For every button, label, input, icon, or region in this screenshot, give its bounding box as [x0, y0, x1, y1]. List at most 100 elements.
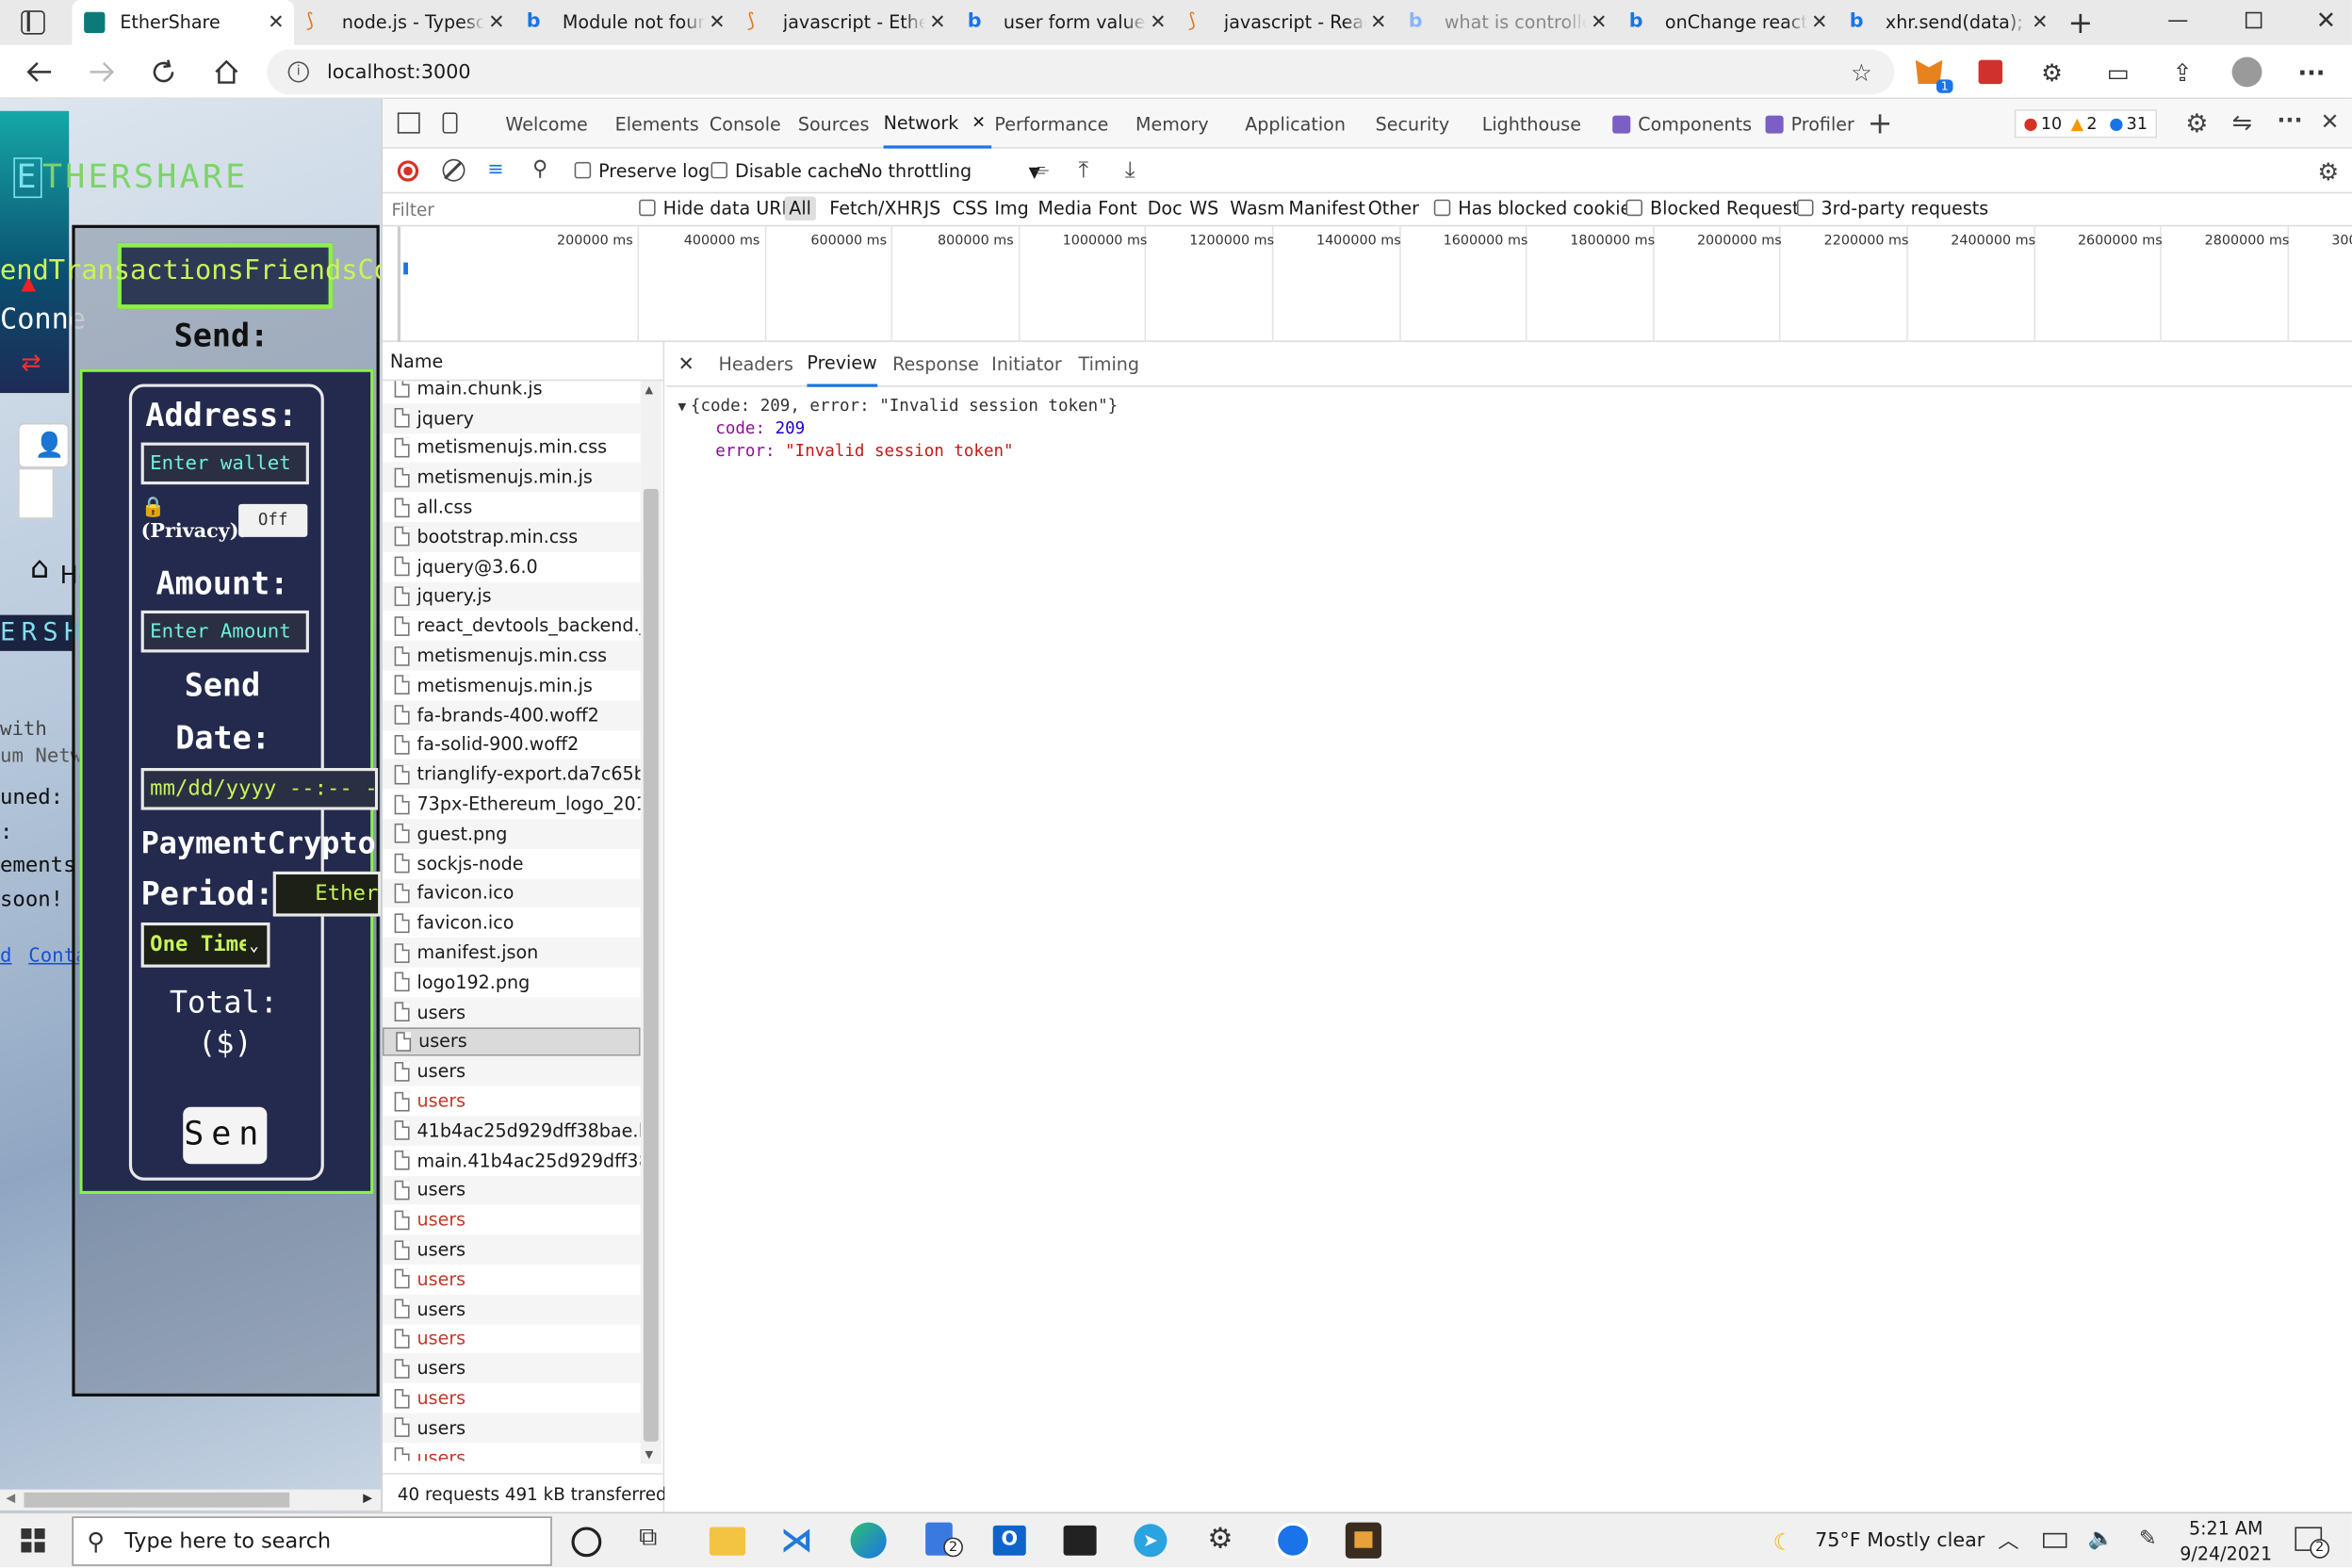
chat-app-icon[interactable] [1275, 1522, 1312, 1559]
site-logo[interactable]: E THERSHARE [13, 157, 248, 199]
request-row[interactable]: users [383, 1086, 641, 1117]
tab-user-form-value[interactable]: b user form value s ✕ [956, 0, 1176, 45]
battery-icon[interactable] [2043, 1532, 2067, 1548]
home-house-icon[interactable]: ⌂ [30, 549, 49, 585]
devtools-tab-application[interactable]: Application [1245, 99, 1346, 149]
request-row[interactable]: bootstrap.min.css [382, 521, 641, 552]
detail-tab-initiator[interactable]: Initiator [991, 342, 1062, 387]
filter-type-doc[interactable]: Doc [1148, 198, 1183, 219]
request-row[interactable]: users [382, 997, 641, 1027]
request-row[interactable]: manifest.json [382, 938, 641, 968]
weather-text[interactable]: 75°F Mostly clear [1815, 1530, 1984, 1553]
volume-icon[interactable]: 🔈 [2088, 1527, 2115, 1550]
tab-javascript-ether[interactable]: ⟆ javascript - Ether ✕ [735, 0, 956, 45]
side-input[interactable] [18, 467, 55, 519]
request-row[interactable]: jquery [382, 402, 641, 433]
edge-icon[interactable] [850, 1522, 887, 1559]
inspect-element-icon[interactable] [397, 112, 420, 134]
tab-javascript-react[interactable]: ⟆ javascript - React ✕ [1176, 0, 1396, 45]
tab-onchange-react[interactable]: b onChange react ✕ [1617, 0, 1838, 45]
detail-tab-timing[interactable]: Timing [1079, 342, 1140, 387]
favorite-star-icon[interactable]: ☆ [1843, 54, 1879, 90]
show-hidden-icons-chevron-icon[interactable]: ︿ [1998, 1526, 2018, 1556]
privacy-toggle[interactable]: Off [238, 503, 308, 537]
network-timeline-overview[interactable]: 200000 ms 400000 ms 600000 ms 800000 ms 1000… [382, 226, 2352, 342]
close-tab-icon[interactable]: ✕ [972, 112, 986, 132]
devtools-tab-profiler[interactable]: Profiler [1765, 99, 1854, 149]
request-row[interactable]: metismenujs.min.css [382, 640, 641, 671]
throttling-select[interactable]: No throttling ▼ [858, 160, 1040, 181]
request-row[interactable]: users [382, 1294, 641, 1324]
devtools-tab-components[interactable]: Components [1612, 99, 1752, 149]
record-icon[interactable] [397, 160, 419, 182]
filter-type-fetch-xhr[interactable]: Fetch/XHR [829, 198, 923, 219]
address-bar[interactable]: i localhost:3000 [267, 49, 1895, 95]
filter-type-wasm[interactable]: Wasm [1230, 198, 1284, 219]
extension-red-icon[interactable] [1972, 54, 2008, 90]
tab-module-not-found[interactable]: b Module not foun ✕ [514, 0, 735, 45]
devtools-tab-console[interactable]: Console [710, 99, 781, 149]
maximize-icon[interactable] [2245, 11, 2262, 29]
checkbox[interactable] [1433, 199, 1451, 217]
timeline-range-handle[interactable] [397, 226, 401, 342]
pen-icon[interactable]: ✎ [2139, 1527, 2157, 1550]
expand-triangle-icon[interactable]: ▼ [678, 400, 686, 416]
close-tab-icon[interactable]: ✕ [2028, 11, 2051, 34]
close-devtools-icon[interactable]: ✕ [2321, 108, 2340, 136]
crypto-select[interactable]: Ether [272, 871, 382, 917]
clock[interactable]: 5:21 AM 9/24/2021 [2178, 1518, 2274, 1564]
back-icon[interactable] [21, 54, 57, 90]
request-row[interactable]: users [382, 1353, 641, 1383]
send-date-input[interactable]: mm/dd/yyyy --:-- -- [140, 768, 379, 810]
request-row[interactable]: users [382, 1026, 641, 1057]
devtools-tab-welcome[interactable]: Welcome [505, 99, 587, 149]
tab-xhr-send[interactable]: b xhr.send(data); e ✕ [1838, 0, 2058, 45]
request-row[interactable]: fa-brands-400.woff2 [382, 700, 641, 730]
filter-type-ws[interactable]: WS [1189, 198, 1218, 219]
checkbox[interactable] [710, 161, 728, 179]
request-row[interactable]: favicon.ico [382, 878, 641, 908]
more-tabs-plus-icon[interactable]: + [1868, 105, 1893, 140]
share-icon[interactable]: ⇪ [2164, 54, 2200, 90]
request-row[interactable]: sockjs-node [383, 849, 641, 879]
devtools-tab-memory[interactable]: Memory [1135, 99, 1209, 149]
request-row[interactable]: react_devtools_backend.js [383, 611, 641, 641]
request-row[interactable]: logo192.png [383, 968, 641, 998]
request-row[interactable]: metismenujs.min.js [382, 462, 641, 493]
devtools-tab-performance[interactable]: Performance [994, 99, 1108, 149]
device-toolbar-icon[interactable] [442, 112, 458, 134]
request-row[interactable]: favicon.ico [383, 908, 641, 939]
request-row[interactable]: trianglify-export.da7c65bd.svg [382, 760, 641, 790]
close-tab-icon[interactable]: ✕ [1366, 11, 1390, 34]
filter-type-all[interactable]: All [784, 196, 816, 220]
amount-input[interactable]: Enter Amount [140, 610, 309, 653]
name-column-header[interactable]: Name [382, 342, 665, 382]
close-tab-icon[interactable]: ✕ [705, 11, 728, 34]
disable-cache-checkbox[interactable]: Disable cache [710, 160, 860, 182]
taskbar-search-box[interactable]: ⚲ Type here to search [72, 1516, 552, 1566]
close-tab-icon[interactable]: ✕ [925, 11, 949, 34]
filter-icon[interactable]: ≡ [487, 159, 503, 182]
metamask-extension-icon[interactable]: 1 [1911, 54, 1953, 93]
devtools-tab-security[interactable]: Security [1376, 99, 1449, 149]
has-blocked-cookies-checkbox[interactable]: Has blocked cookies [1433, 198, 1641, 219]
request-row[interactable]: guest.png [382, 819, 641, 849]
scroll-thumb[interactable] [24, 1492, 290, 1508]
request-row[interactable]: users [383, 1265, 641, 1295]
request-row[interactable]: users [383, 1324, 641, 1354]
cortana-icon[interactable] [571, 1527, 602, 1558]
filter-type-media[interactable]: Media [1038, 198, 1092, 219]
refresh-icon[interactable] [145, 54, 181, 90]
request-row[interactable]: users [382, 1413, 641, 1443]
tab-ethershare[interactable]: EtherShare ✕ [72, 0, 294, 45]
request-row[interactable]: jquery@3.6.0 [383, 551, 641, 581]
nav-links-overlay[interactable]: endTransactionsFriendsCon [0, 255, 381, 286]
windows-start-icon[interactable] [21, 1528, 45, 1553]
customize-icon[interactable]: ⇋ [2232, 108, 2252, 137]
phone-link-icon[interactable]: 2 [925, 1522, 963, 1558]
close-tab-icon[interactable]: ✕ [1807, 11, 1831, 34]
request-row[interactable]: users [382, 1234, 641, 1265]
detail-tab-response[interactable]: Response [892, 342, 979, 387]
request-row[interactable]: 73px-Ethereum_logo_2014.svg [383, 790, 641, 820]
checkbox[interactable] [574, 161, 592, 179]
